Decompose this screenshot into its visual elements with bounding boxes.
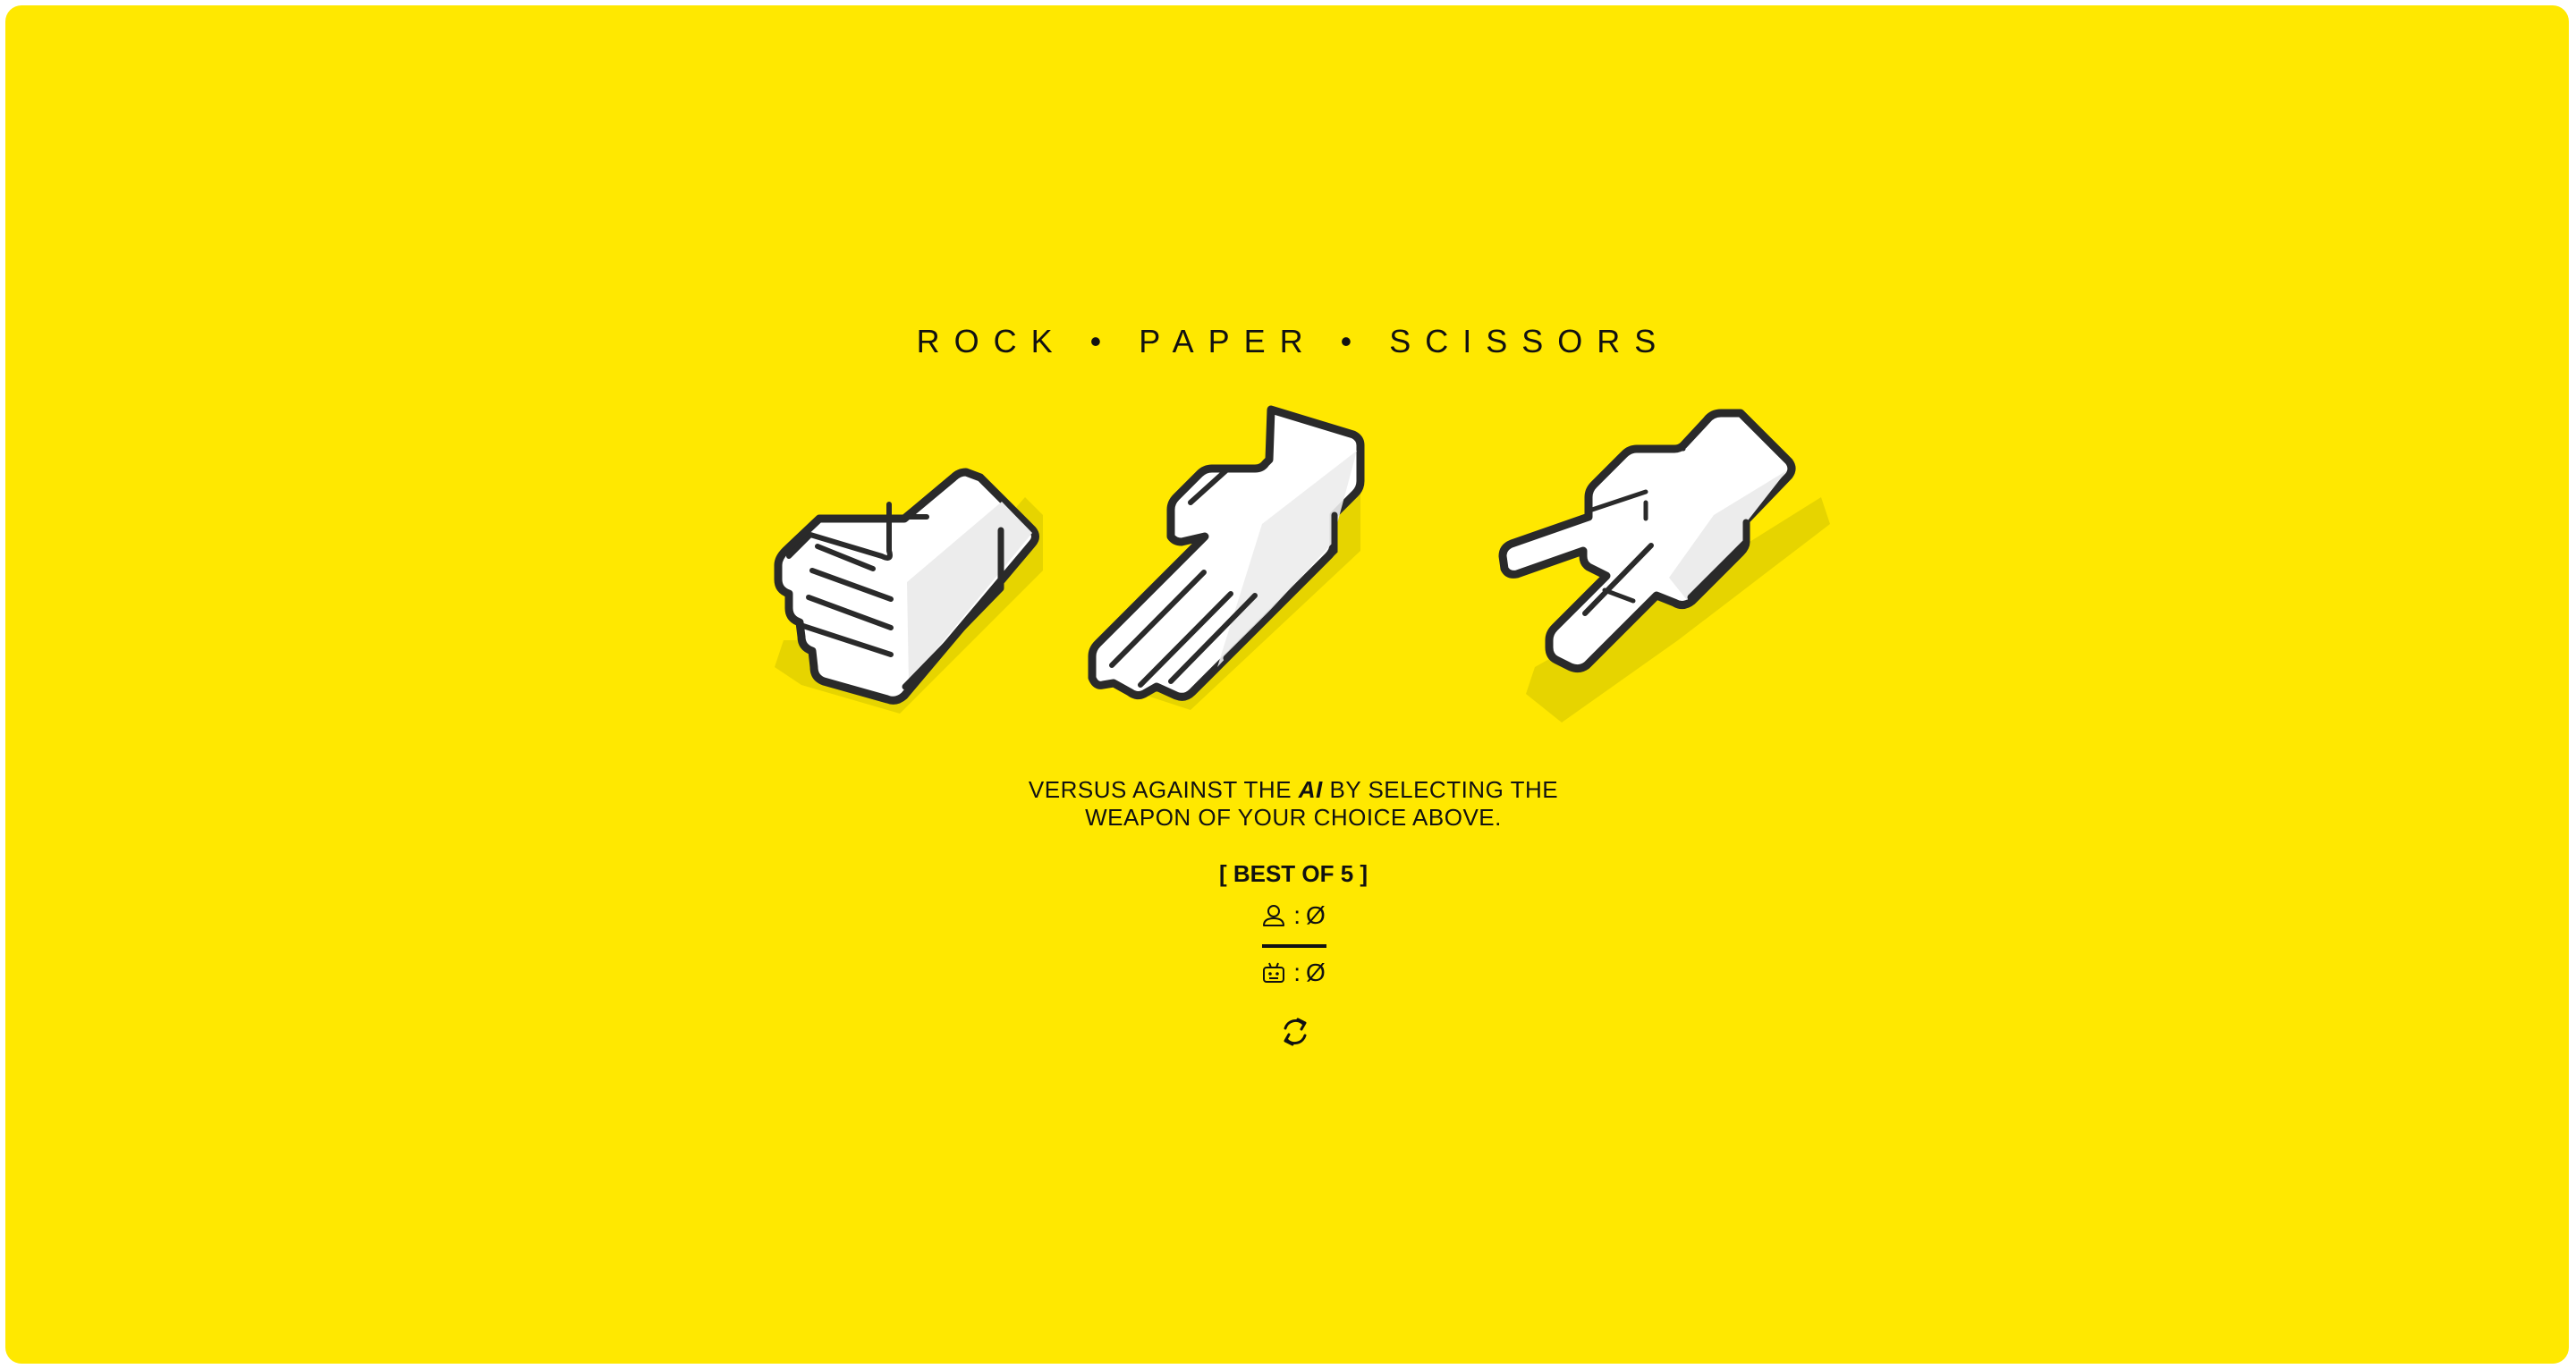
ai-score: : Ø (5, 959, 2576, 987)
paper-button[interactable] (1088, 399, 1495, 739)
instructions-line1-end: BY SELECTING THE (1322, 776, 1559, 803)
instructions-ai: AI (1298, 776, 1323, 803)
weapon-selector (748, 399, 1839, 739)
scissors-hand-icon (1498, 409, 1830, 723)
scissors-button[interactable] (1498, 399, 1839, 739)
player-score-separator: : (1293, 901, 1301, 929)
instructions-line1-start: VERSUS AGAINST THE (1028, 776, 1299, 803)
ai-score-value: Ø (1306, 959, 1326, 986)
game-background: ROCK • PAPER • SCISSORS VERSUS AGAINST T… (5, 5, 2569, 1364)
rock-button[interactable] (748, 399, 1061, 739)
robot-icon (1263, 962, 1285, 983)
player-score: : Ø (5, 901, 2576, 930)
ai-score-separator: : (1293, 959, 1301, 986)
rock-hand-icon (774, 468, 1043, 714)
instructions-line2: WEAPON OF YOUR CHOICE ABOVE. (1085, 804, 1502, 831)
refresh-icon (1284, 1018, 1307, 1046)
user-icon (1263, 905, 1285, 926)
game-title: ROCK • PAPER • SCISSORS (916, 323, 1671, 359)
score-divider (1262, 944, 1326, 948)
instructions-text: VERSUS AGAINST THE AI BY SELECTING THE W… (5, 776, 2576, 832)
player-score-value: Ø (1306, 901, 1326, 929)
reset-button[interactable] (1279, 1016, 1311, 1048)
paper-hand-icon (1088, 405, 1365, 710)
best-of-label: [ BEST OF 5 ] (1218, 860, 1368, 887)
